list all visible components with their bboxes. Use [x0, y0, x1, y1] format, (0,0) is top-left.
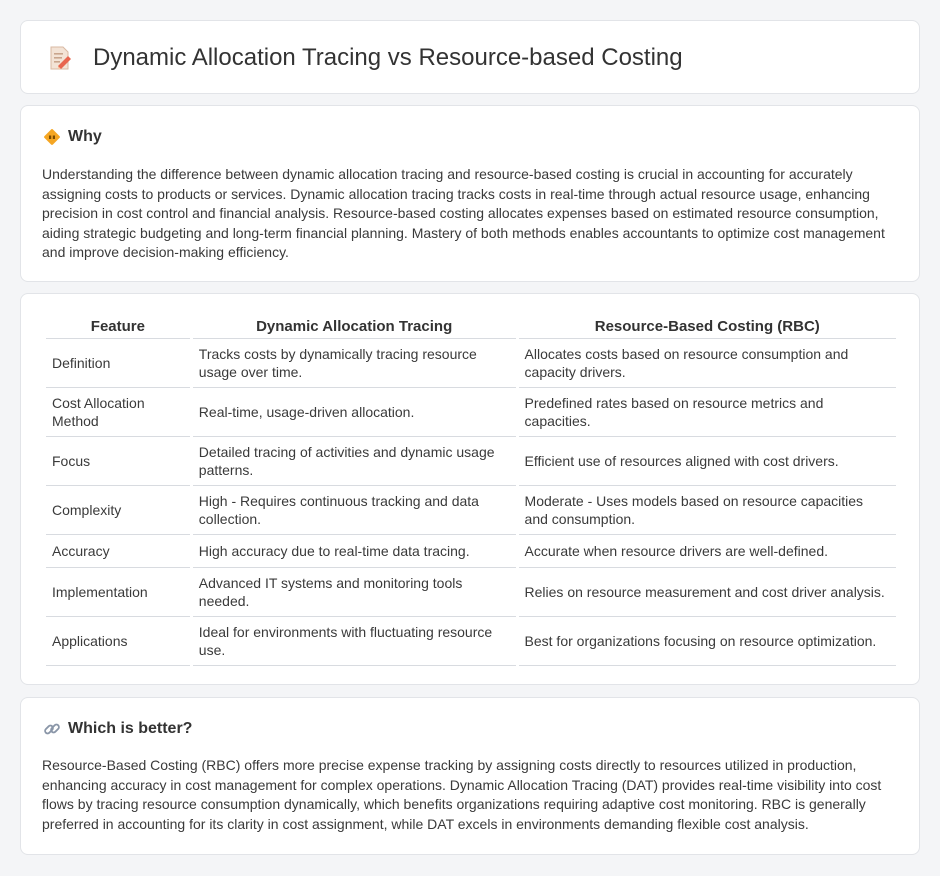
page-title: Dynamic Allocation Tracing vs Resource-b…: [93, 44, 683, 71]
row-rbc-value: Allocates costs based on resource consum…: [518, 339, 896, 388]
table-row: Definition Tracks costs by dynamically t…: [46, 339, 896, 388]
comparison-table: Feature Dynamic Allocation Tracing Resou…: [43, 317, 899, 666]
why-title: Why: [68, 128, 102, 145]
row-rbc-value: Moderate - Uses models based on resource…: [518, 486, 896, 535]
why-section: Why Understanding the difference between…: [20, 105, 920, 282]
row-rbc-value: Relies on resource measurement and cost …: [518, 568, 896, 617]
table-row: Implementation Advanced IT systems and m…: [46, 568, 896, 617]
row-feature: Focus: [46, 437, 190, 486]
row-rbc-value: Best for organizations focusing on resou…: [518, 617, 896, 666]
row-dynamic-value: Advanced IT systems and monitoring tools…: [192, 568, 516, 617]
link-icon: [44, 723, 60, 735]
row-rbc-value: Predefined rates based on resource metri…: [518, 388, 896, 437]
row-rbc-value: Efficient use of resources aligned with …: [518, 437, 896, 486]
table-row: Applications Ideal for environments with…: [46, 617, 896, 666]
header-resource-based: Resource-Based Costing (RBC): [518, 317, 896, 339]
row-feature: Applications: [46, 617, 190, 666]
row-dynamic-value: Detailed tracing of activities and dynam…: [192, 437, 516, 486]
row-feature: Accuracy: [46, 535, 190, 568]
table-row: Cost Allocation Method Real-time, usage-…: [46, 388, 896, 437]
table-row: Focus Detailed tracing of activities and…: [46, 437, 896, 486]
row-rbc-value: Accurate when resource drivers are well-…: [518, 535, 896, 568]
row-dynamic-value: High - Requires continuous tracking and …: [192, 486, 516, 535]
comparison-section: Feature Dynamic Allocation Tracing Resou…: [20, 293, 920, 685]
row-dynamic-value: Real-time, usage-driven allocation.: [192, 388, 516, 437]
title-row: Dynamic Allocation Tracing vs Resource-b…: [47, 43, 683, 73]
table-row: Accuracy High accuracy due to real-time …: [46, 535, 896, 568]
document-pencil-icon: [50, 46, 71, 70]
header-feature: Feature: [46, 317, 190, 339]
better-text: Resource-Based Costing (RBC) offers more…: [42, 757, 882, 832]
row-dynamic-value: Ideal for environments with fluctuating …: [192, 617, 516, 666]
row-feature: Definition: [46, 339, 190, 388]
table-header-row: Feature Dynamic Allocation Tracing Resou…: [46, 317, 896, 339]
row-feature: Implementation: [46, 568, 190, 617]
row-feature: Cost Allocation Method: [46, 388, 190, 437]
row-dynamic-value: Tracks costs by dynamically tracing reso…: [192, 339, 516, 388]
title-card: Dynamic Allocation Tracing vs Resource-b…: [20, 20, 920, 94]
why-text: Understanding the difference between dyn…: [42, 166, 885, 261]
header-dynamic-allocation: Dynamic Allocation Tracing: [192, 317, 516, 339]
row-dynamic-value: High accuracy due to real-time data trac…: [192, 535, 516, 568]
row-feature: Complexity: [46, 486, 190, 535]
why-heading: Why: [43, 126, 102, 148]
table-row: Complexity High - Requires continuous tr…: [46, 486, 896, 535]
diamond-sign-icon: [44, 129, 60, 145]
better-title: Which is better?: [68, 720, 193, 737]
better-heading: Which is better?: [43, 718, 192, 740]
which-is-better-section: Which is better? Resource-Based Costing …: [20, 697, 920, 855]
